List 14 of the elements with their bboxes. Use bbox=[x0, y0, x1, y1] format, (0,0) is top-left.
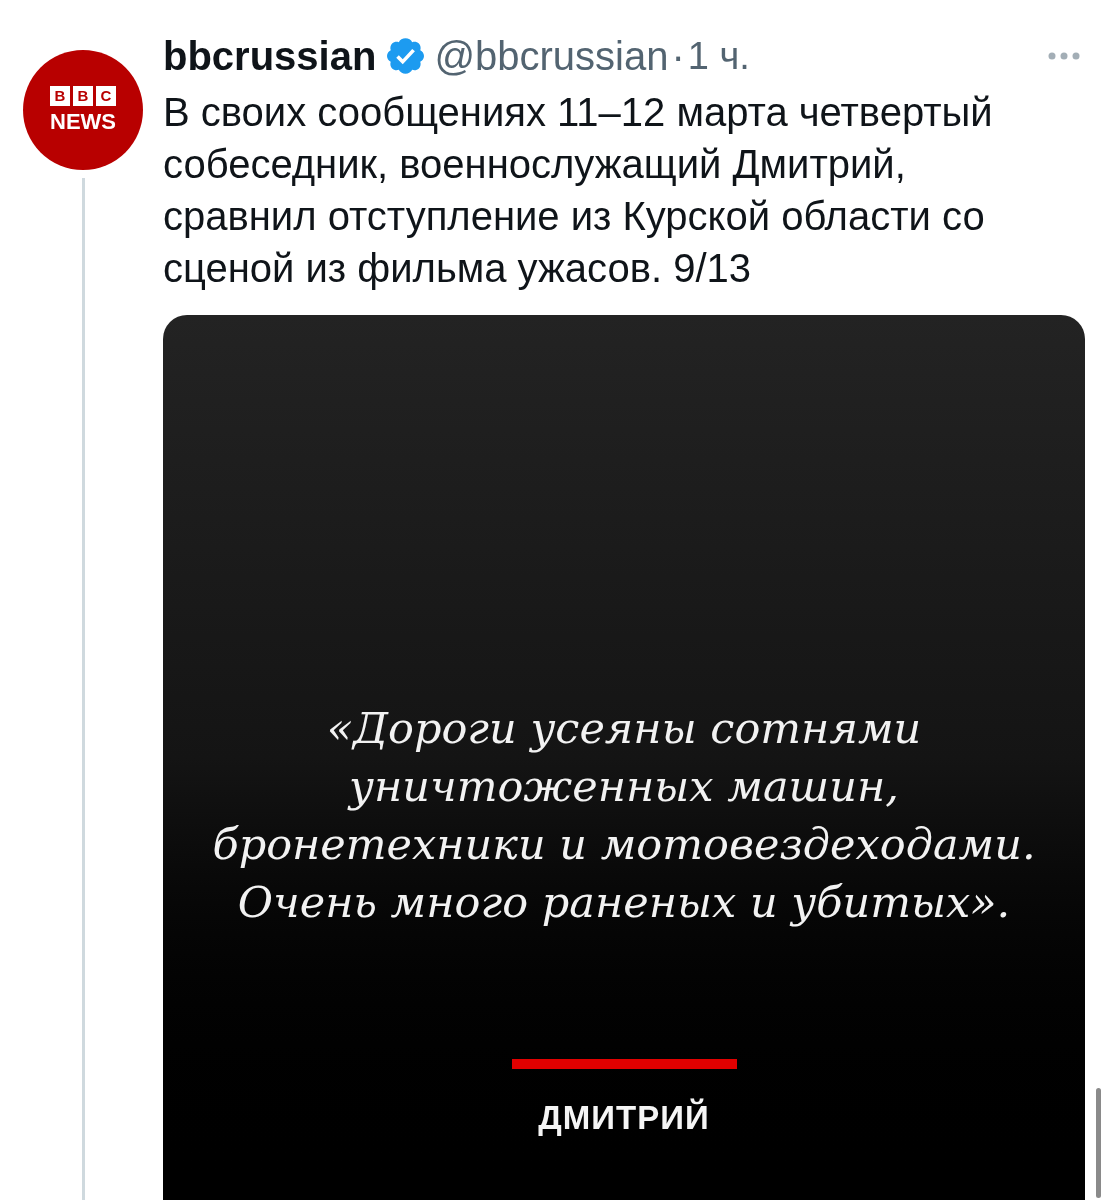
logo-letter: B bbox=[50, 86, 70, 106]
media-card[interactable]: «Дороги усеяны сотнями уничтоженных машин, бронетехники и мотовездеходами. Очень много раненых и убитых». ДМИТРИЙ bbox=[163, 315, 1085, 1200]
handle[interactable]: @bbcrussian bbox=[434, 33, 669, 79]
separator: · bbox=[671, 33, 685, 79]
logo-letter: B bbox=[73, 86, 93, 106]
logo-text: NEWS bbox=[50, 110, 116, 134]
avatar[interactable]: B B C NEWS bbox=[23, 50, 143, 170]
display-name[interactable]: bbcrussian bbox=[163, 33, 377, 79]
attribution-name: ДМИТРИЙ bbox=[538, 1099, 710, 1137]
tweet-text: В своих сообщениях 11–12 марта четвертый собеседник, военнослужащий Дмитрий, сравнил отступление из Курской области со сценой из фильма ужасов. 9/13 bbox=[163, 89, 994, 292]
more-icon[interactable] bbox=[1048, 52, 1080, 60]
logo-letter: C bbox=[96, 86, 116, 106]
quote-text: «Дороги усеяны сотнями уничтоженных машин, бронетехники и мотовездеходами. Очень много раненых и убитых». bbox=[211, 702, 1037, 929]
timestamp[interactable]: 1 ч. bbox=[687, 33, 750, 79]
